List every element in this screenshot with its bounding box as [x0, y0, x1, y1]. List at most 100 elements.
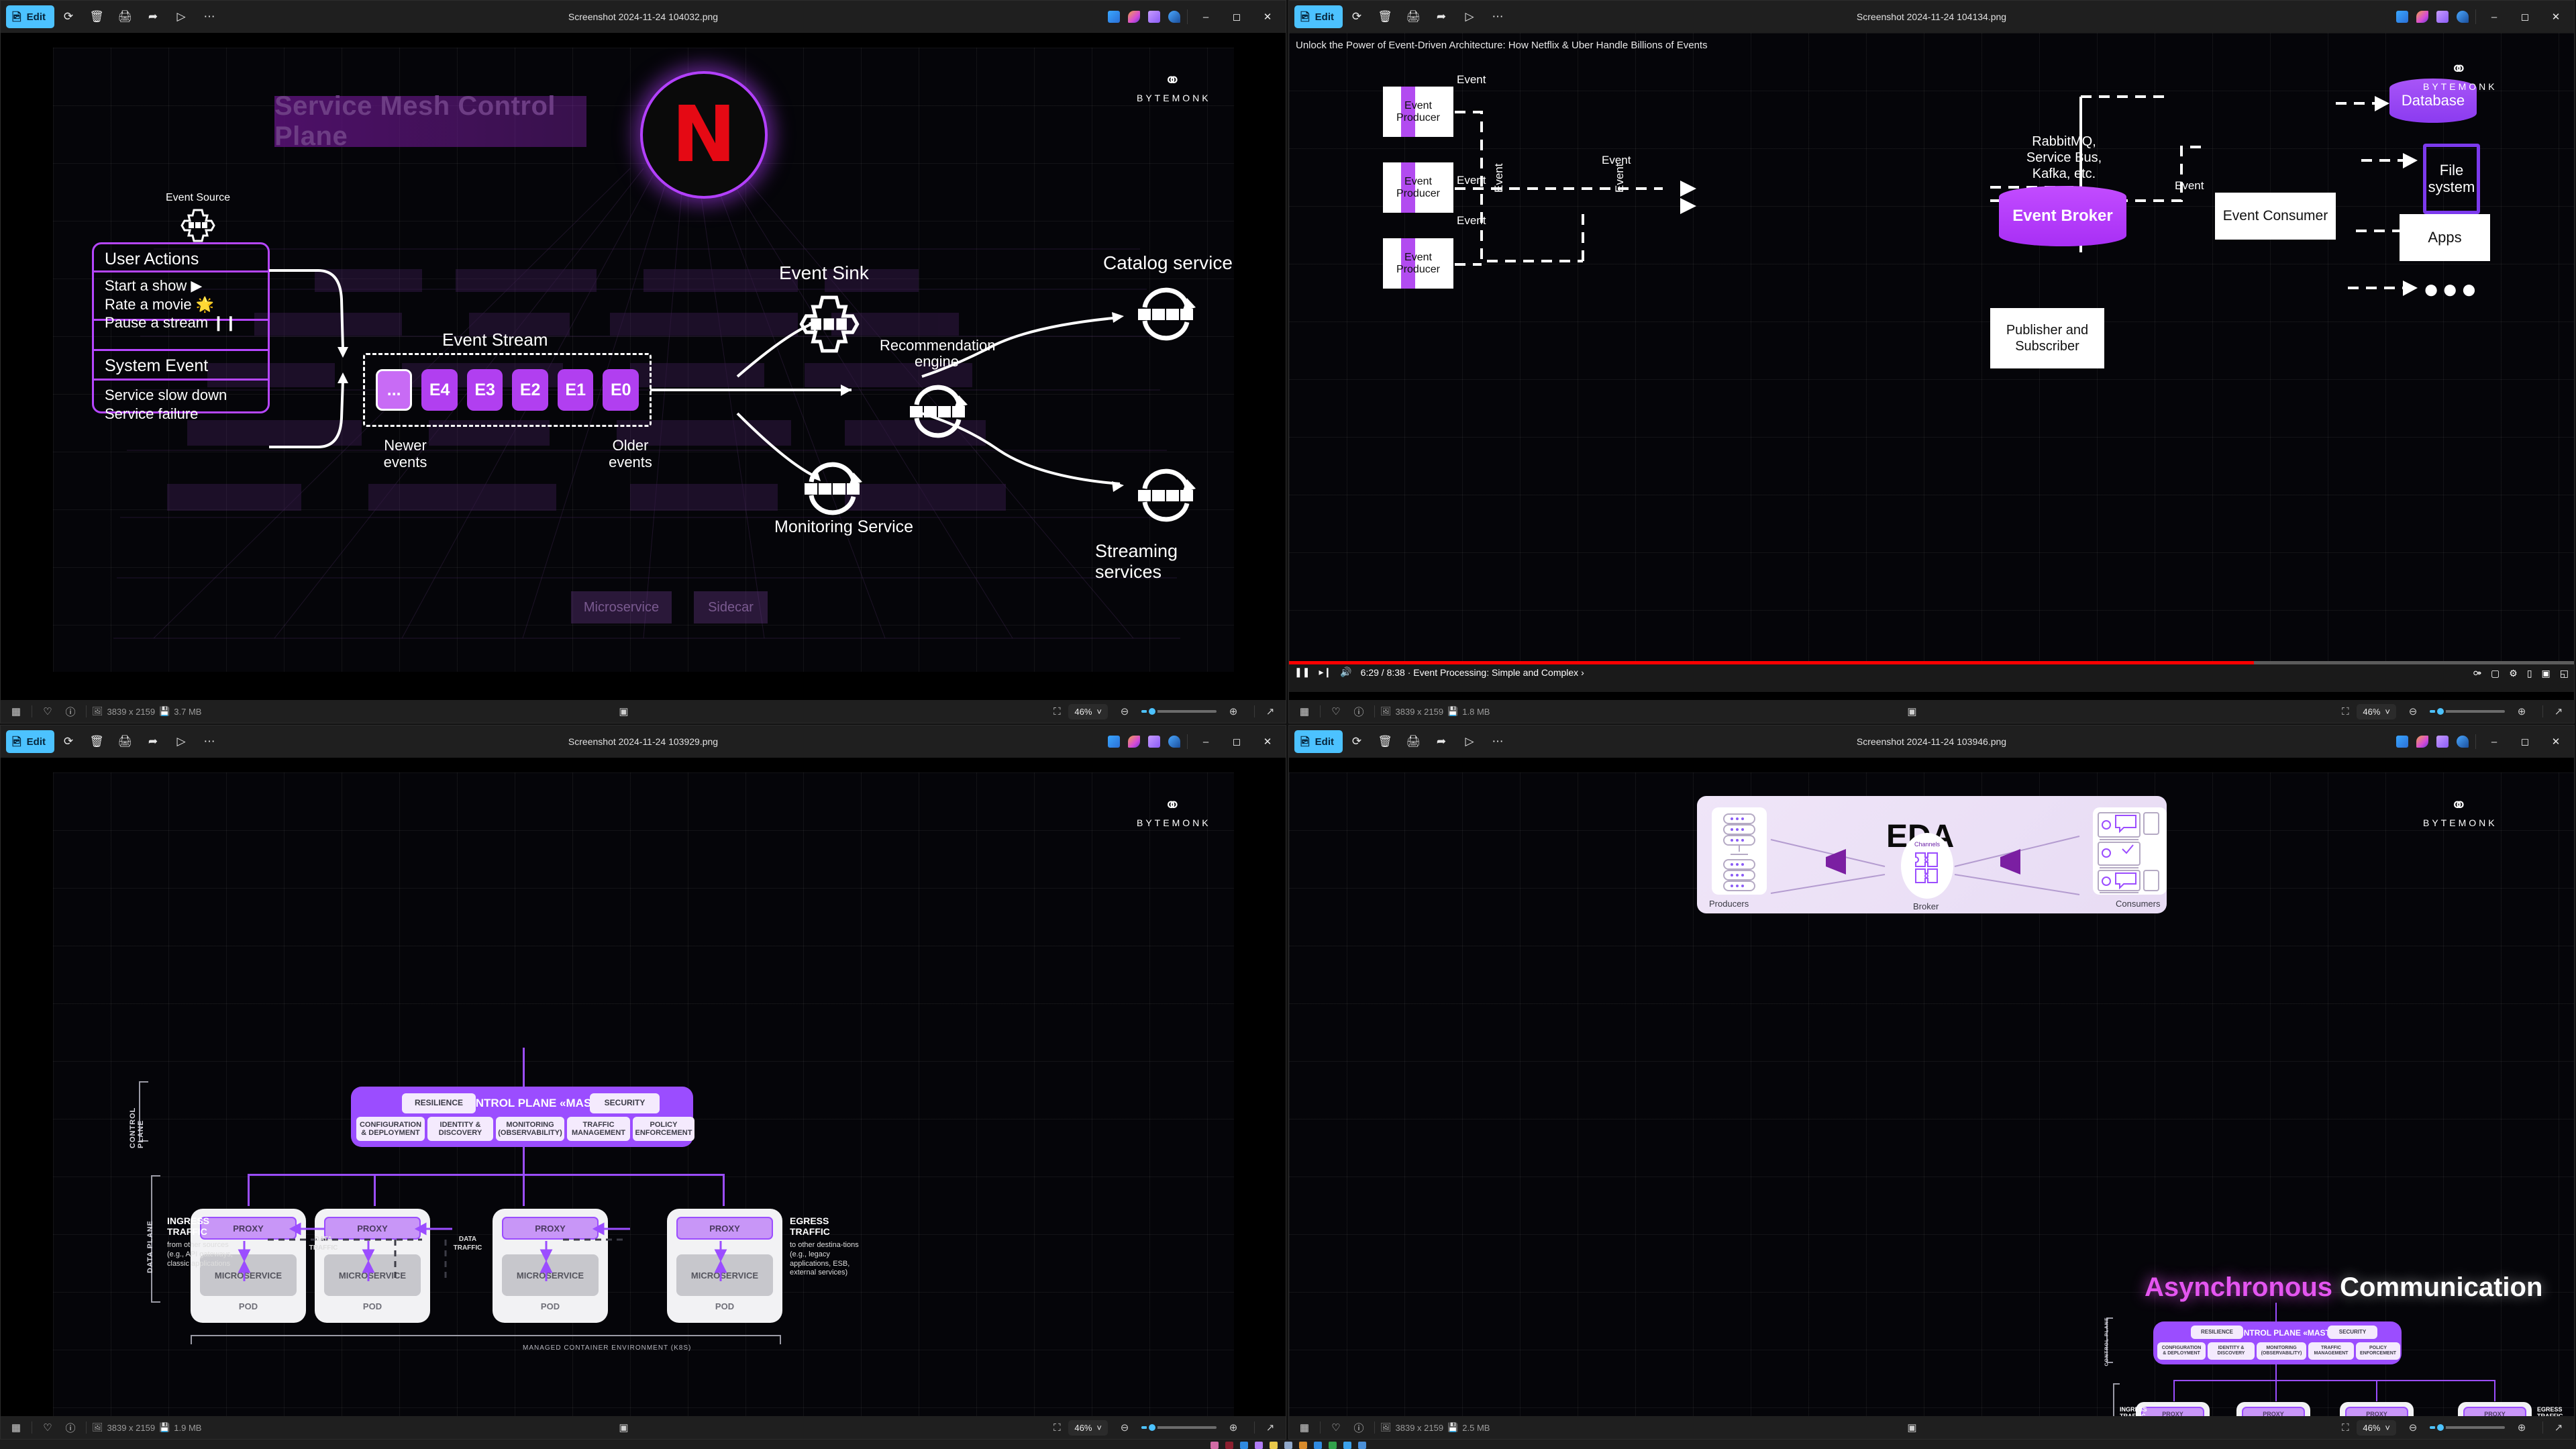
taskbar-app-3-icon[interactable]	[1239, 1442, 1248, 1449]
filmstrip-icon[interactable]: ▦	[5, 702, 28, 721]
fit-to-window-icon[interactable]: ▣	[1900, 1418, 1923, 1437]
zoom-level-selector[interactable]: 46% ˅	[1068, 703, 1108, 719]
fullscreen-icon[interactable]: ↗	[1259, 1418, 1282, 1437]
more-icon[interactable]: ⋯	[1484, 730, 1512, 753]
window-photo-viewer-4[interactable]: 🖻 Edit ⟳ 🗑 🖨 ➦ ▷ ⋯ Screenshot 2024-11-24…	[1288, 725, 2575, 1440]
favorite-icon[interactable]: ♡	[1325, 1418, 1347, 1437]
minimize-button[interactable]: –	[2479, 726, 2510, 758]
edit-button[interactable]: 🖻 Edit	[1294, 5, 1343, 28]
filmstrip-icon[interactable]: ▦	[1293, 702, 1316, 721]
photos-app-icon[interactable]	[1104, 9, 1124, 25]
info-icon[interactable]: ⓘ	[1347, 702, 1370, 721]
photos-app-icon[interactable]	[2392, 734, 2412, 750]
zoom-out-icon[interactable]: ⊖	[1113, 702, 1136, 721]
video-player-bar[interactable]: ❚❚ ▸❙ 🔊 6:29 / 8:38 · Event Processing: …	[1289, 661, 2574, 692]
autoplay-icon[interactable]: ⚩	[2473, 668, 2481, 679]
clipchamp-app-icon[interactable]	[2432, 734, 2453, 750]
slideshow-icon[interactable]: ▷	[167, 730, 195, 753]
onedrive-paused-icon[interactable]	[2453, 734, 2473, 750]
miniplayer-icon[interactable]: ▯	[2527, 668, 2532, 679]
actual-size-icon[interactable]: ⛶	[1045, 1418, 1068, 1437]
delete-icon[interactable]: 🗑	[83, 730, 111, 753]
image-canvas-2[interactable]: Unlock the Power of Event-Driven Archite…	[1289, 33, 2574, 700]
photos-app-icon[interactable]	[2392, 9, 2412, 25]
video-progress-bar[interactable]	[1289, 661, 2574, 664]
slideshow-icon[interactable]: ▷	[1455, 5, 1484, 28]
zoom-in-icon[interactable]: ⊕	[1222, 702, 1245, 721]
delete-icon[interactable]: 🗑	[1371, 730, 1399, 753]
rotate-icon[interactable]: ⟳	[1343, 730, 1371, 753]
close-button[interactable]: ✕	[1252, 726, 1283, 758]
image-canvas-1[interactable]: Service Mesh Control Plane N Event Sourc…	[1, 33, 1286, 700]
settings-icon[interactable]: ⚙	[2509, 668, 2518, 679]
close-button[interactable]: ✕	[1252, 1, 1283, 33]
theater-icon[interactable]: ▣	[2542, 668, 2551, 679]
print-icon[interactable]: 🖨	[111, 730, 139, 753]
share-icon[interactable]: ➦	[1427, 730, 1455, 753]
close-button[interactable]: ✕	[2540, 1, 2571, 33]
taskbar-app-5-icon[interactable]	[1269, 1442, 1278, 1449]
onedrive-paused-icon[interactable]	[1164, 734, 1184, 750]
rotate-icon[interactable]: ⟳	[1343, 5, 1371, 28]
taskbar-app-9-icon[interactable]	[1328, 1442, 1337, 1449]
rotate-icon[interactable]: ⟳	[54, 730, 83, 753]
slideshow-icon[interactable]: ▷	[167, 5, 195, 28]
filmstrip-icon[interactable]: ▦	[1293, 1418, 1316, 1437]
maximize-button[interactable]: ◻	[2510, 726, 2540, 758]
taskbar-app-4-icon[interactable]	[1254, 1442, 1263, 1449]
fit-to-window-icon[interactable]: ▣	[612, 1418, 635, 1437]
fullscreen-video-icon[interactable]: ◱	[2560, 668, 2569, 679]
actual-size-icon[interactable]: ⛶	[2334, 702, 2357, 721]
rotate-icon[interactable]: ⟳	[54, 5, 83, 28]
maximize-button[interactable]: ◻	[1221, 726, 1252, 758]
designer-app-icon[interactable]	[1124, 734, 1144, 750]
zoom-in-icon[interactable]: ⊕	[1222, 1418, 1245, 1437]
more-icon[interactable]: ⋯	[195, 5, 223, 28]
favorite-icon[interactable]: ♡	[36, 702, 59, 721]
image-canvas-3[interactable]: CONTROL PLANE «MASTER» RESILIENCE SECURI…	[1, 758, 1286, 1416]
share-icon[interactable]: ➦	[139, 5, 167, 28]
fullscreen-icon[interactable]: ↗	[2547, 702, 2570, 721]
zoom-level-selector[interactable]: 46% ˅	[2357, 1419, 2396, 1436]
zoom-out-icon[interactable]: ⊖	[2402, 1418, 2424, 1437]
taskbar-app-6-icon[interactable]	[1284, 1442, 1292, 1449]
fullscreen-icon[interactable]: ↗	[1259, 702, 1282, 721]
fullscreen-icon[interactable]: ↗	[2547, 1418, 2570, 1437]
edit-button[interactable]: 🖻 Edit	[6, 730, 55, 753]
filmstrip-icon[interactable]: ▦	[5, 1418, 28, 1437]
onedrive-paused-icon[interactable]	[1164, 9, 1184, 25]
more-icon[interactable]: ⋯	[195, 730, 223, 753]
zoom-slider[interactable]: ⊖ ⊕	[2402, 1418, 2533, 1437]
maximize-button[interactable]: ◻	[2510, 1, 2540, 33]
window-photo-viewer-1[interactable]: 🖻 Edit ⟳ 🗑 🖨 ➦ ▷ ⋯ Screenshot 2024-11-24…	[0, 0, 1286, 723]
minimize-button[interactable]: –	[1190, 1, 1221, 33]
maximize-button[interactable]: ◻	[1221, 1, 1252, 33]
taskbar-app-2-icon[interactable]	[1225, 1442, 1233, 1449]
designer-app-icon[interactable]	[2412, 9, 2432, 25]
print-icon[interactable]: 🖨	[1399, 730, 1427, 753]
designer-app-icon[interactable]	[1124, 9, 1144, 25]
minimize-button[interactable]: –	[2479, 1, 2510, 33]
zoom-level-selector[interactable]: 46% ˅	[2357, 703, 2396, 719]
info-icon[interactable]: ⓘ	[59, 702, 82, 721]
onedrive-paused-icon[interactable]	[2453, 9, 2473, 25]
share-icon[interactable]: ➦	[1427, 5, 1455, 28]
print-icon[interactable]: 🖨	[1399, 5, 1427, 28]
favorite-icon[interactable]: ♡	[1325, 702, 1347, 721]
taskbar-items[interactable]	[1210, 1442, 1366, 1449]
taskbar-app-8-icon[interactable]	[1313, 1442, 1322, 1449]
taskbar-app-1-icon[interactable]	[1210, 1442, 1219, 1449]
pause-icon[interactable]: ❚❚	[1294, 666, 1310, 678]
slideshow-icon[interactable]: ▷	[1455, 730, 1484, 753]
taskbar[interactable]	[0, 1440, 2576, 1449]
zoom-out-icon[interactable]: ⊖	[2402, 702, 2424, 721]
actual-size-icon[interactable]: ⛶	[2334, 1418, 2357, 1437]
clipchamp-app-icon[interactable]	[1144, 9, 1164, 25]
image-canvas-4[interactable]: EDA	[1289, 758, 2574, 1416]
info-icon[interactable]: ⓘ	[59, 1418, 82, 1437]
volume-icon[interactable]: 🔊	[1340, 666, 1351, 678]
edit-button[interactable]: 🖻 Edit	[6, 5, 55, 28]
video-controls[interactable]: ❚❚ ▸❙ 🔊 6:29 / 8:38 · Event Processing: …	[1294, 666, 1584, 678]
info-icon[interactable]: ⓘ	[1347, 1418, 1370, 1437]
print-icon[interactable]: 🖨	[111, 5, 139, 28]
